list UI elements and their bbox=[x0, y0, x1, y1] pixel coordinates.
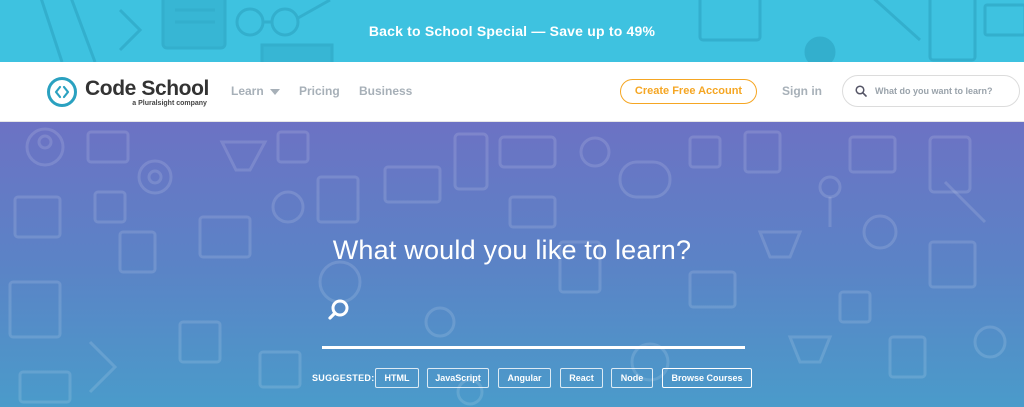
nav-search-input[interactable] bbox=[875, 86, 1005, 96]
suggestion-react[interactable]: React bbox=[560, 368, 603, 388]
hero-section: What would you like to learn? SUGGESTED:… bbox=[0, 122, 1024, 407]
brand-name: Code School bbox=[85, 76, 209, 100]
suggestion-html[interactable]: HTML bbox=[375, 368, 419, 388]
brand-tagline: a Pluralsight company bbox=[132, 99, 207, 107]
search-icon bbox=[855, 85, 867, 97]
hero-search-underline bbox=[322, 346, 745, 349]
nav-pricing[interactable]: Pricing bbox=[299, 84, 340, 98]
create-account-button[interactable]: Create Free Account bbox=[620, 79, 757, 104]
brand-logo[interactable]: Code School a Pluralsight company bbox=[47, 74, 209, 110]
code-brackets-icon bbox=[47, 77, 77, 107]
nav-search[interactable] bbox=[842, 75, 1020, 107]
suggestion-angular[interactable]: Angular bbox=[498, 368, 551, 388]
suggestion-javascript[interactable]: JavaScript bbox=[427, 368, 489, 388]
nav-learn[interactable]: Learn bbox=[231, 84, 280, 98]
promo-banner[interactable]: Back to School Special — Save up to 49% bbox=[0, 0, 1024, 62]
browse-courses-button[interactable]: Browse Courses bbox=[662, 368, 752, 388]
hero-title: What would you like to learn? bbox=[332, 235, 692, 265]
caret-down-icon bbox=[269, 88, 280, 95]
suggested-label: SUGGESTED: bbox=[312, 373, 375, 383]
nav-business[interactable]: Business bbox=[359, 84, 412, 98]
hero-search-input[interactable] bbox=[362, 300, 742, 330]
hero-search-icon[interactable] bbox=[327, 298, 351, 322]
suggestion-node[interactable]: Node bbox=[611, 368, 653, 388]
promo-text[interactable]: Back to School Special — Save up to 49% bbox=[369, 23, 655, 39]
sign-in-link[interactable]: Sign in bbox=[782, 84, 822, 98]
nav-learn-label: Learn bbox=[231, 84, 264, 98]
